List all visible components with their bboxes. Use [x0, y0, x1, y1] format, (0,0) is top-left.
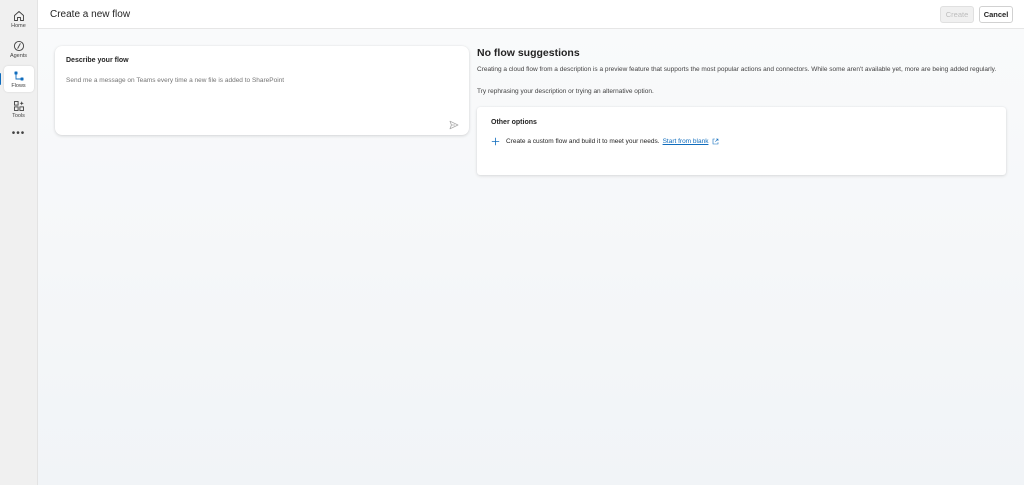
rail-item-flows[interactable]: Flows — [0, 66, 34, 92]
main-area: Create a new flow Create Cancel Describe… — [38, 0, 1024, 485]
cancel-button[interactable]: Cancel — [979, 5, 1013, 23]
flows-icon — [12, 69, 26, 83]
active-indicator — [0, 73, 1, 85]
tools-icon — [12, 99, 26, 113]
rail-item-label: Home — [11, 22, 26, 29]
other-options-card: Other options Create a custom flow and b… — [477, 106, 1006, 175]
plus-icon — [491, 137, 500, 146]
custom-flow-option: Create a custom flow and build it to mee… — [491, 137, 992, 146]
page-title: Create a new flow — [50, 8, 131, 20]
suggestions-description: Creating a cloud flow from a description… — [477, 66, 997, 73]
left-rail: Home Agents Flows Tools ••• — [0, 0, 38, 485]
other-options-title: Other options — [491, 118, 537, 126]
create-button[interactable]: Create — [940, 5, 974, 23]
suggestions-panel: No flow suggestions Creating a cloud flo… — [477, 47, 1007, 175]
app-window: Home Agents Flows Tools ••• Create a new… — [0, 0, 1024, 485]
header-bar: Create a new flow Create Cancel — [38, 0, 1024, 29]
agents-icon — [12, 39, 26, 53]
home-icon — [12, 9, 26, 23]
suggestions-title: No flow suggestions — [477, 47, 580, 59]
rail-item-agents[interactable]: Agents — [4, 36, 34, 62]
describe-label: Describe your flow — [66, 57, 129, 64]
describe-card: Describe your flow — [55, 46, 469, 135]
rail-item-label: Agents — [9, 52, 28, 59]
rail-item-label: Flows — [11, 82, 26, 89]
rail-item-label: Tools — [12, 112, 25, 119]
send-icon[interactable] — [449, 117, 459, 130]
start-from-blank-link[interactable]: Start from blank — [663, 138, 709, 145]
content-area: Describe your flow No flow suggestions C… — [38, 29, 1024, 485]
rail-item-tools[interactable]: Tools — [4, 96, 34, 122]
custom-flow-text: Create a custom flow and build it to mee… — [506, 137, 660, 145]
rail-item-home[interactable]: Home — [4, 6, 34, 32]
external-link-icon — [712, 138, 719, 145]
suggestions-hint: Try rephrasing your description or tryin… — [477, 87, 654, 95]
describe-input[interactable] — [66, 77, 446, 84]
more-icon[interactable]: ••• — [12, 128, 26, 142]
